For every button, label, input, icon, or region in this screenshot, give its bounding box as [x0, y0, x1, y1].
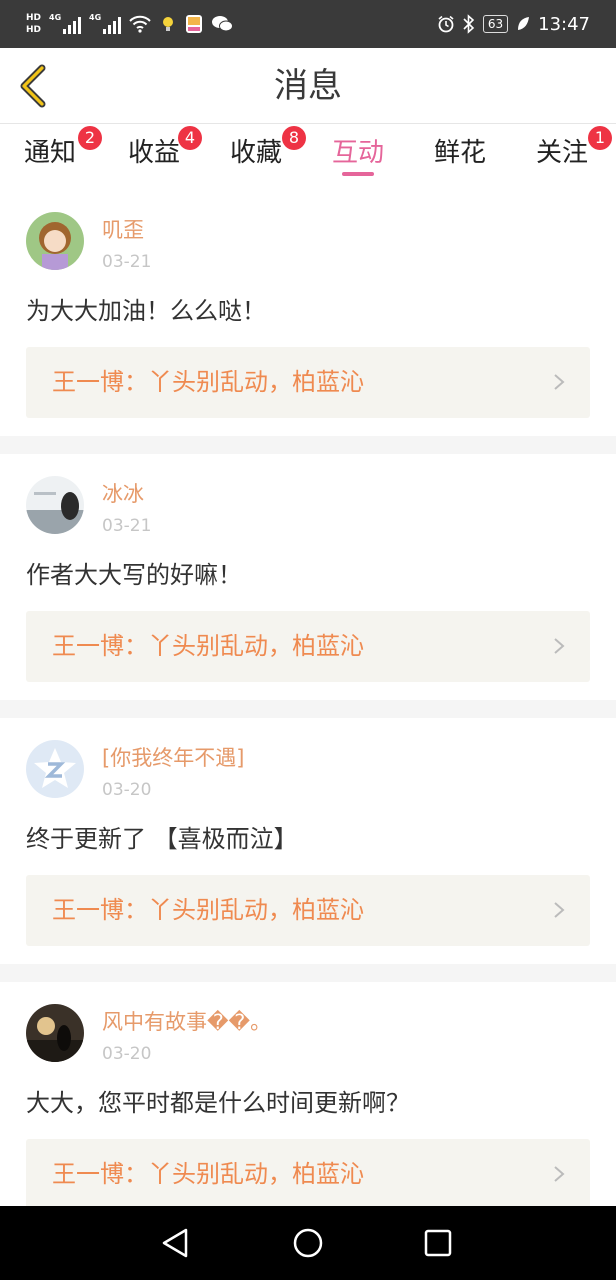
- alarm-icon: [438, 15, 454, 33]
- username[interactable]: 冰冰: [102, 480, 144, 508]
- hd-label-1: HD: [26, 13, 42, 23]
- hd-label-2: HD: [26, 25, 42, 35]
- quoted-chapter-link[interactable]: 王一博：丫头别乱动，柏蓝沁: [26, 1139, 590, 1210]
- app-header: 消息: [0, 48, 616, 124]
- unread-badge: 8: [282, 126, 306, 150]
- tab-earnings[interactable]: 收益 4: [128, 126, 202, 186]
- message-date: 03-20: [102, 1044, 152, 1064]
- username[interactable]: 叽歪: [102, 216, 144, 244]
- tab-label: 收益: [128, 138, 181, 168]
- leaf-icon: [518, 17, 530, 30]
- recents-square-icon[interactable]: [420, 1225, 456, 1261]
- signal-icon: 4G: [49, 13, 82, 34]
- divider: [0, 964, 616, 982]
- avatar[interactable]: [26, 1004, 84, 1062]
- tab-label: 收藏: [230, 138, 283, 168]
- tab-label: 互动: [332, 138, 385, 168]
- divider: [0, 700, 616, 718]
- app-notification-icon: [186, 15, 203, 33]
- back-triangle-icon[interactable]: [158, 1225, 194, 1261]
- quoted-chapter-link[interactable]: 王一博：丫头别乱动，柏蓝沁: [26, 347, 590, 418]
- quoted-chapter-title: 王一博：丫头别乱动，柏蓝沁: [52, 1160, 364, 1188]
- quoted-chapter-title: 王一博：丫头别乱动，柏蓝沁: [52, 896, 364, 924]
- chevron-right-icon: [554, 1166, 565, 1182]
- tab-label: 鲜花: [434, 138, 487, 168]
- battery-level: 63: [482, 15, 509, 33]
- page-title: 消息: [274, 66, 342, 106]
- hd-indicator: HD HD: [26, 12, 41, 36]
- tab-label: 关注: [536, 138, 589, 168]
- bluetooth-icon: [463, 14, 475, 34]
- wifi-icon: [129, 15, 151, 33]
- message-date: 03-21: [102, 516, 152, 536]
- message-text: 作者大大写的好嘛！: [26, 561, 242, 589]
- chevron-right-icon: [554, 374, 565, 390]
- chevron-right-icon: [554, 638, 565, 654]
- qq-default-avatar[interactable]: [26, 740, 84, 798]
- message-text: 终于更新了 【喜极而泣】: [26, 825, 298, 853]
- quoted-chapter-link[interactable]: 王一博：丫头别乱动，柏蓝沁: [26, 875, 590, 946]
- tab-interaction[interactable]: 互动: [332, 134, 384, 186]
- username[interactable]: [你我终年不遇]: [102, 744, 244, 772]
- quoted-chapter-title: 王一博：丫头别乱动，柏蓝沁: [52, 368, 364, 396]
- network-type-2: 4G: [89, 13, 102, 22]
- quoted-chapter-link[interactable]: 王一博：丫头别乱动，柏蓝沁: [26, 611, 590, 682]
- tab-label: 通知: [24, 138, 77, 168]
- message-date: 03-21: [102, 252, 152, 272]
- system-nav-bar: [0, 1206, 616, 1280]
- message-item: 风中有故事��。 03-20 大大，您平时都是什么时间更新啊？ 王一博：丫头别乱…: [0, 982, 616, 1228]
- bulb-notification-icon: [163, 17, 174, 31]
- tab-bar: 通知 2 收益 4 收藏 8 互动 鲜花 关注 1: [0, 124, 616, 190]
- divider: [0, 436, 616, 454]
- active-tab-indicator: [342, 172, 375, 176]
- status-bar: HD HD 4G 4G 63 13:47: [0, 0, 616, 48]
- wechat-icon: [212, 16, 234, 32]
- quoted-chapter-title: 王一博：丫头别乱动，柏蓝沁: [52, 632, 364, 660]
- unread-badge: 4: [178, 126, 202, 150]
- unread-badge: 2: [78, 126, 102, 150]
- unread-badge: 1: [588, 126, 612, 150]
- tab-following[interactable]: 关注 1: [536, 126, 612, 186]
- chevron-right-icon: [554, 902, 565, 918]
- home-circle-icon[interactable]: [290, 1225, 326, 1261]
- tab-flowers[interactable]: 鲜花: [434, 134, 486, 186]
- message-text: 大大，您平时都是什么时间更新啊？: [26, 1089, 410, 1117]
- username[interactable]: 风中有故事��。: [102, 1008, 271, 1036]
- tab-favorites[interactable]: 收藏 8: [230, 126, 306, 186]
- message-item: [你我终年不遇] 03-20 终于更新了 【喜极而泣】 王一博：丫头别乱动，柏蓝…: [0, 718, 616, 964]
- message-text: 为大大加油！么么哒！: [26, 297, 266, 325]
- message-item: 叽歪 03-21 为大大加油！么么哒！ 王一博：丫头别乱动，柏蓝沁: [0, 190, 616, 436]
- avatar[interactable]: [26, 212, 84, 270]
- network-type-1: 4G: [49, 13, 62, 22]
- signal-icon-2: 4G: [89, 13, 122, 34]
- message-date: 03-20: [102, 780, 152, 800]
- tab-notifications[interactable]: 通知 2: [24, 126, 102, 186]
- message-item: 冰冰 03-21 作者大大写的好嘛！ 王一博：丫头别乱动，柏蓝沁: [0, 454, 616, 700]
- avatar[interactable]: [26, 476, 84, 534]
- clock: 13:47: [538, 13, 590, 35]
